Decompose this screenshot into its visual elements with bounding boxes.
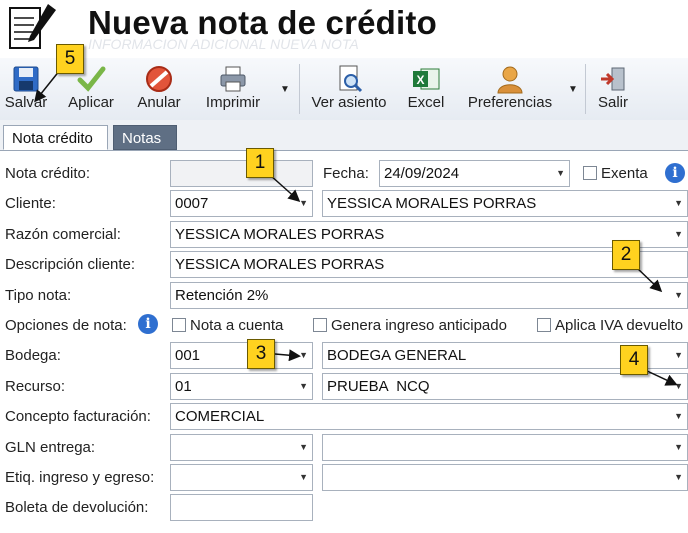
- chevron-down-icon[interactable]: ▼: [299, 465, 308, 490]
- ver-asiento-button[interactable]: Ver asiento: [304, 58, 394, 120]
- bodega-label: Bodega:: [5, 347, 61, 364]
- etiq-code-select[interactable]: ▼: [170, 464, 313, 491]
- chevron-down-icon[interactable]: ▼: [299, 435, 308, 460]
- nota-a-cuenta-checkbox[interactable]: [172, 318, 186, 332]
- concepto-facturacion-select[interactable]: COMERCIAL ▼: [170, 403, 688, 430]
- exenta-label: Exenta: [601, 165, 648, 182]
- chevron-down-icon[interactable]: ▼: [299, 374, 308, 399]
- anular-button[interactable]: Anular: [128, 58, 190, 120]
- recurso-label: Recurso:: [5, 378, 66, 395]
- chevron-down-icon[interactable]: ▼: [674, 343, 683, 368]
- fecha-label: Fecha:: [323, 165, 369, 182]
- preferencias-button[interactable]: Preferencias: [458, 58, 562, 120]
- excel-icon: X: [413, 68, 440, 90]
- callout-2: 2: [612, 240, 640, 270]
- chevron-down-icon[interactable]: ▼: [674, 435, 683, 460]
- aplica-iva-label: Aplica IVA devuelto: [555, 317, 684, 334]
- razon-comercial-label: Razón comercial:: [5, 226, 121, 243]
- callout-1: 1: [246, 148, 274, 178]
- toolbar-separator: [299, 64, 300, 114]
- aplica-iva-checkbox[interactable]: [537, 318, 551, 332]
- document-search-icon: [339, 65, 363, 93]
- salir-button[interactable]: Salir: [590, 58, 636, 120]
- boleta-devolucion-label: Boleta de devolución:: [5, 499, 149, 516]
- descripcion-cliente-input[interactable]: YESSICA MORALES PORRAS: [170, 251, 688, 278]
- genera-ingreso-checkbox[interactable]: [313, 318, 327, 332]
- exenta-checkbox[interactable]: [583, 166, 597, 180]
- imprimir-button[interactable]: Imprimir: [194, 58, 272, 120]
- cliente-name-select[interactable]: YESSICA MORALES PORRAS ▼: [322, 190, 688, 217]
- salvar-button[interactable]: Salvar: [0, 58, 52, 120]
- preferencias-dropdown-icon[interactable]: ▼: [568, 84, 578, 95]
- tab-strip: Nota crédito Notas: [0, 120, 688, 151]
- toolbar: Salvar Aplicar Anular Imprimir ▼ Ver asi…: [0, 58, 688, 121]
- chevron-down-icon[interactable]: ▼: [674, 191, 683, 216]
- notepad-pencil-icon: [9, 4, 56, 49]
- chevron-down-icon[interactable]: ▼: [299, 191, 308, 216]
- title-bar: Nueva nota de crédito INFORMACION ADICIO…: [0, 0, 688, 58]
- tab-notas[interactable]: Notas: [113, 125, 177, 150]
- gln-entrega-code-select[interactable]: ▼: [170, 434, 313, 461]
- imprimir-dropdown-icon[interactable]: ▼: [280, 84, 290, 95]
- razon-comercial-select[interactable]: YESSICA MORALES PORRAS ▼: [170, 221, 688, 248]
- cancel-icon: [146, 66, 172, 92]
- title-ghost-text: INFORMACION ADICIONAL NUEVA NOTA: [88, 36, 359, 52]
- exit-door-icon: [601, 67, 625, 91]
- tipo-nota-label: Tipo nota:: [5, 287, 72, 304]
- chevron-down-icon[interactable]: ▼: [674, 283, 683, 308]
- info-icon[interactable]: i: [665, 163, 685, 183]
- info-icon[interactable]: i: [138, 314, 158, 334]
- printer-icon: [220, 66, 246, 92]
- etiq-ingreso-egreso-label: Etiq. ingreso y egreso:: [5, 469, 155, 486]
- chevron-down-icon[interactable]: ▼: [299, 343, 308, 368]
- svg-text:X: X: [416, 73, 424, 87]
- genera-ingreso-label: Genera ingreso anticipado: [331, 317, 507, 334]
- chevron-down-icon[interactable]: ▼: [674, 222, 683, 247]
- descripcion-cliente-label: Descripción cliente:: [5, 256, 136, 273]
- save-icon: [13, 66, 39, 92]
- chevron-down-icon[interactable]: ▼: [674, 374, 683, 399]
- cliente-label: Cliente:: [5, 195, 56, 212]
- opciones-nota-label: Opciones de nota:: [5, 317, 127, 334]
- recurso-name-select[interactable]: PRUEBA NCQ ▼: [322, 373, 688, 400]
- fecha-field[interactable]: 24/09/2024 ▼: [379, 160, 570, 187]
- callout-3: 3: [247, 339, 275, 369]
- tipo-nota-select[interactable]: Retención 2% ▼: [170, 282, 688, 309]
- callout-5: 5: [56, 44, 84, 74]
- bodega-code-select[interactable]: 001 ▼: [170, 342, 313, 369]
- tab-nota-credito[interactable]: Nota crédito: [3, 125, 108, 150]
- nota-credito-field: [170, 160, 313, 187]
- boleta-devolucion-input[interactable]: [170, 494, 313, 521]
- calendar-dropdown-icon[interactable]: ▼: [556, 161, 565, 186]
- gln-entrega-label: GLN entrega:: [5, 439, 96, 456]
- concepto-facturacion-label: Concepto facturación:: [5, 408, 151, 425]
- nota-credito-form: Nota crédito: Fecha: 24/09/2024 ▼ Exenta…: [0, 151, 688, 533]
- cliente-code-select[interactable]: 0007 ▼: [170, 190, 313, 217]
- etiq-name-select[interactable]: ▼: [322, 464, 688, 491]
- excel-button[interactable]: X Excel: [400, 58, 452, 120]
- chevron-down-icon[interactable]: ▼: [674, 404, 683, 429]
- gln-entrega-name-select[interactable]: ▼: [322, 434, 688, 461]
- nota-a-cuenta-label: Nota a cuenta: [190, 317, 284, 334]
- toolbar-separator: [585, 64, 586, 114]
- user-preferences-icon: [497, 66, 523, 94]
- nota-credito-label: Nota crédito:: [5, 165, 91, 182]
- callout-4: 4: [620, 345, 648, 375]
- recurso-code-select[interactable]: 01 ▼: [170, 373, 313, 400]
- chevron-down-icon[interactable]: ▼: [674, 465, 683, 490]
